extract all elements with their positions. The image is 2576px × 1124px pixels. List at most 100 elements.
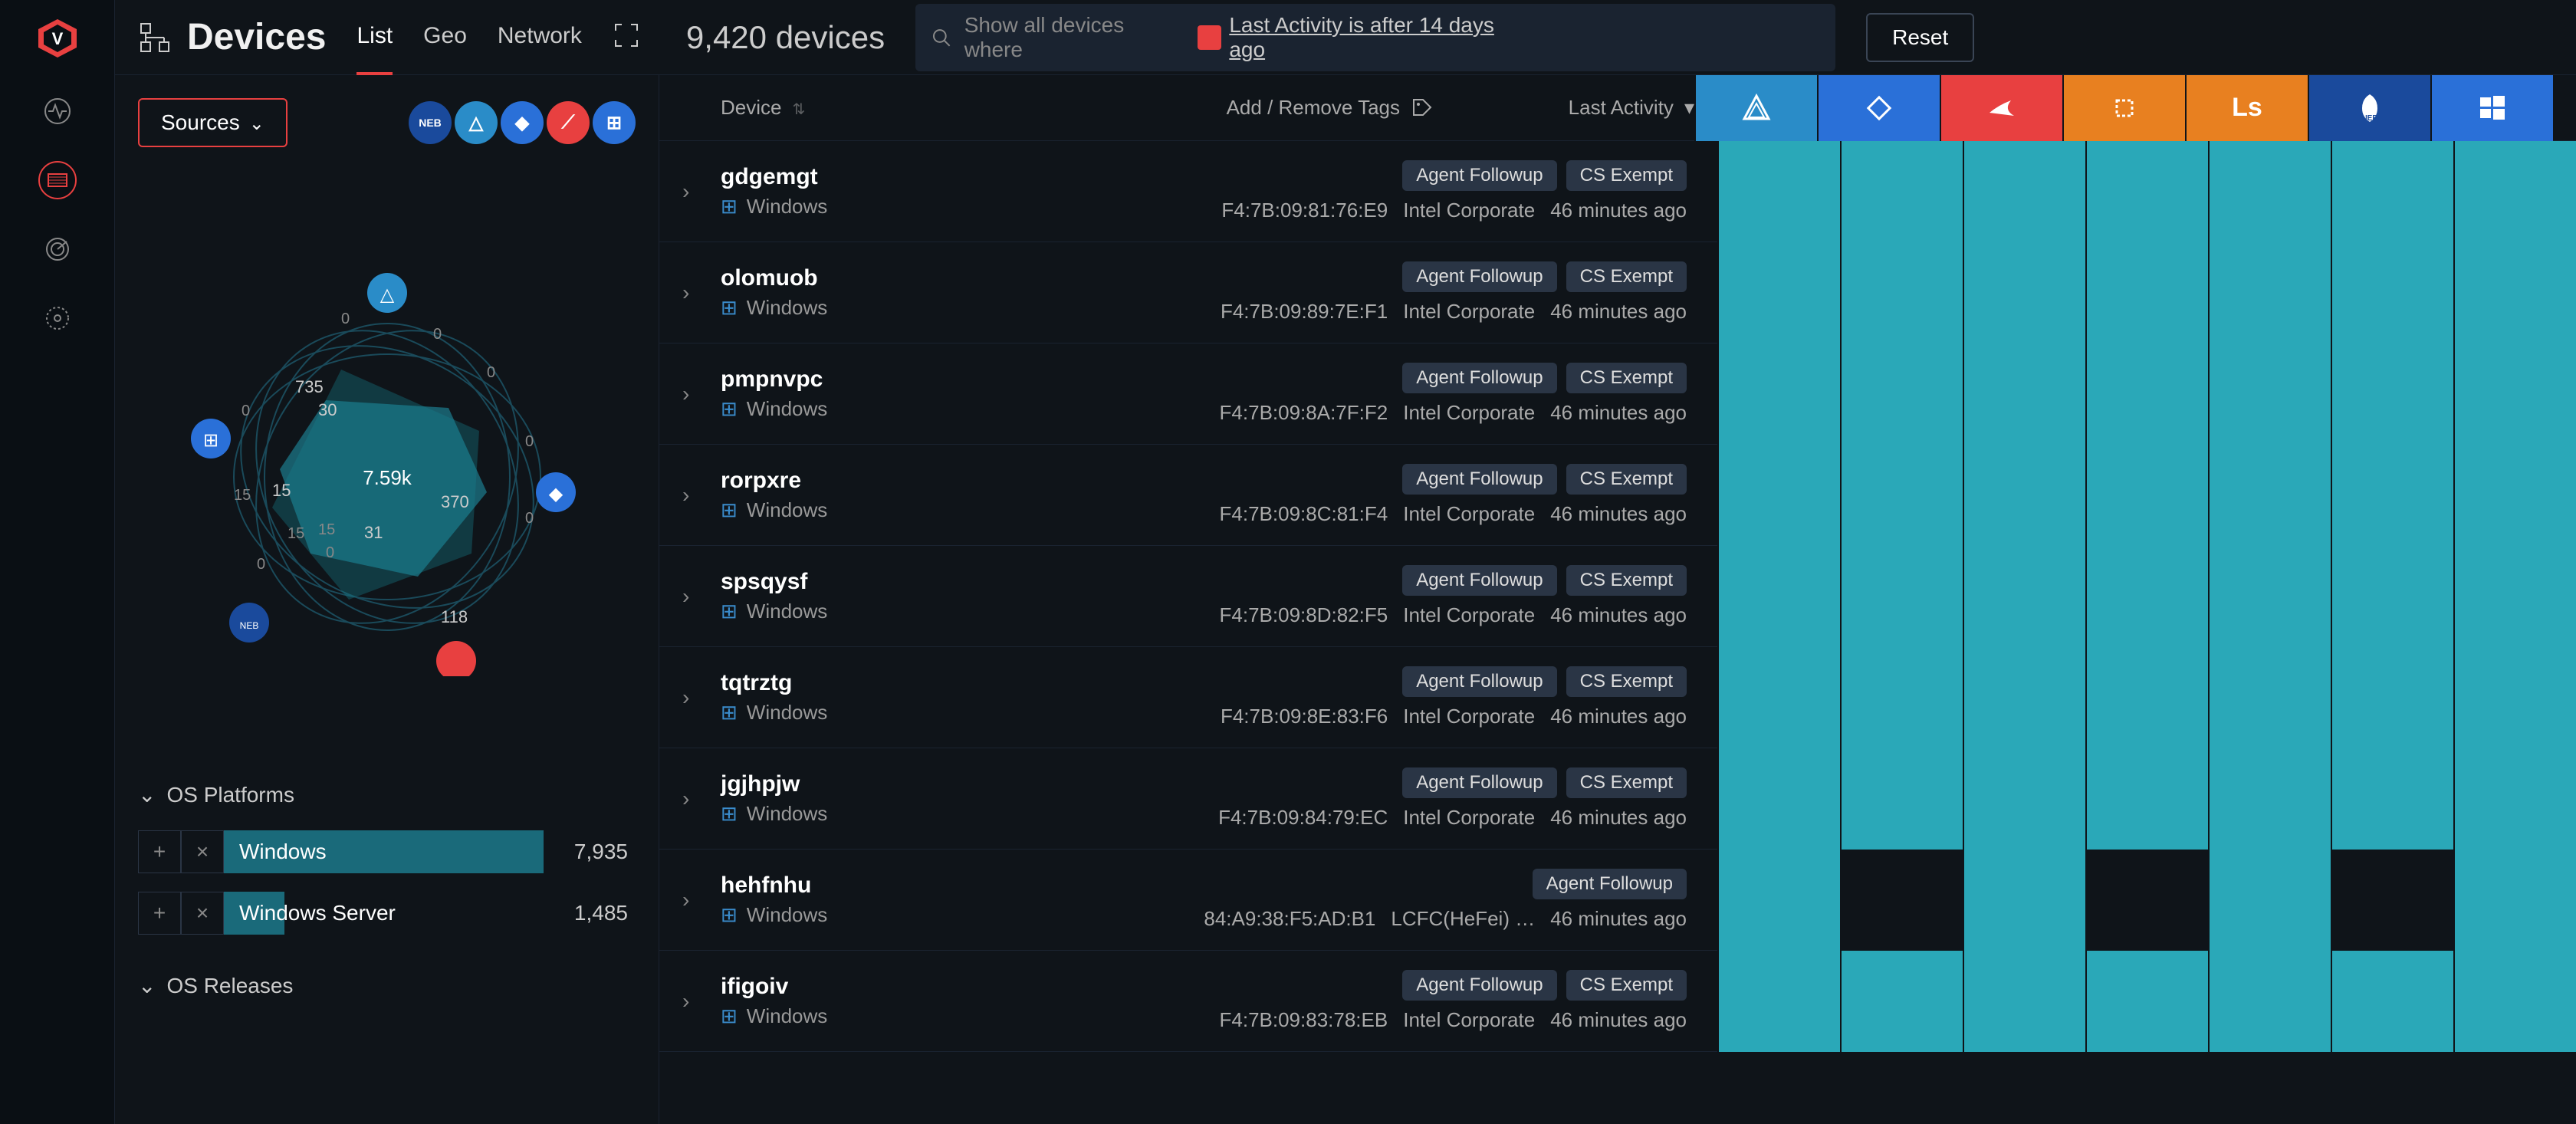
row-expand-icon[interactable]: ›: [682, 888, 721, 912]
facet-header-os-platforms[interactable]: ⌄ OS Platforms: [138, 768, 636, 821]
tag-badge[interactable]: Agent Followup: [1533, 869, 1687, 899]
svg-text:0: 0: [242, 403, 250, 419]
tag-badge[interactable]: CS Exempt: [1566, 565, 1687, 596]
source-diamond-icon[interactable]: ◆: [501, 101, 544, 144]
row-expand-icon[interactable]: ›: [682, 989, 721, 1014]
nav-devices-icon[interactable]: [38, 161, 77, 199]
row-expand-icon[interactable]: ›: [682, 483, 721, 508]
facet-label[interactable]: Windows: [224, 830, 544, 873]
nav-radar-icon[interactable]: [38, 230, 77, 268]
row-expand-icon[interactable]: ›: [682, 685, 721, 710]
table-row: › pmpnvpc ⊞Windows Agent Followup CS Exem…: [659, 343, 2576, 445]
row-expand-icon[interactable]: ›: [682, 179, 721, 204]
facet-remove-button[interactable]: ×: [181, 830, 224, 873]
facet-count: 7,935: [544, 840, 636, 864]
search-prefix: Show all devices where: [964, 13, 1185, 62]
device-mac: F4:7B:09:8E:83:F6: [1221, 705, 1388, 728]
row-expand-icon[interactable]: ›: [682, 787, 721, 811]
tag-badge[interactable]: CS Exempt: [1566, 970, 1687, 1001]
device-info[interactable]: jgjhpjw ⊞Windows: [721, 771, 1012, 826]
column-header-activity[interactable]: Last Activity ▾: [1480, 96, 1694, 120]
svg-text:15: 15: [318, 521, 335, 538]
device-info[interactable]: hehfnhu ⊞Windows: [721, 873, 1012, 927]
source-triangle-icon[interactable]: △: [455, 101, 498, 144]
source-cell: [1840, 546, 1963, 647]
sources-dropdown[interactable]: Sources: [138, 98, 288, 147]
source-cell: [2331, 242, 2453, 343]
tab-network[interactable]: Network: [498, 0, 582, 75]
row-expand-icon[interactable]: ›: [682, 382, 721, 406]
device-info[interactable]: spsqysf ⊞Windows: [721, 569, 1012, 623]
source-col-windows-icon[interactable]: [2430, 75, 2553, 141]
source-col-expand-icon[interactable]: [2062, 75, 2185, 141]
device-os: Windows: [747, 1004, 827, 1028]
facet-row: + × Windows 7,935: [138, 821, 636, 882]
device-table: Device Add / Remove Tags Last Activity ▾: [659, 75, 2576, 1124]
row-meta: Agent Followup CS Exempt F4:7B:09:8E:83:F…: [1012, 666, 1717, 728]
tag-badge[interactable]: CS Exempt: [1566, 464, 1687, 495]
device-activity-inline: 46 minutes ago: [1550, 199, 1687, 222]
device-name: rorpxre: [721, 468, 1012, 494]
svg-text:0: 0: [341, 311, 350, 327]
filter-chip-last-activity[interactable]: Last Activity is after 14 days ago: [1198, 13, 1531, 62]
tab-list[interactable]: List: [356, 0, 393, 75]
tag-badge[interactable]: Agent Followup: [1402, 970, 1556, 1001]
tag-badge[interactable]: Agent Followup: [1402, 464, 1556, 495]
svg-text:370: 370: [441, 492, 469, 511]
nav-activity-icon[interactable]: [38, 92, 77, 130]
device-info[interactable]: gdgemgt ⊞Windows: [721, 164, 1012, 219]
facet-label[interactable]: Windows Server: [224, 892, 544, 935]
row-expand-icon[interactable]: ›: [682, 584, 721, 609]
row-expand-icon[interactable]: ›: [682, 281, 721, 305]
source-cell: [1963, 951, 2085, 1052]
tag-badge[interactable]: CS Exempt: [1566, 666, 1687, 697]
tag-badge[interactable]: CS Exempt: [1566, 363, 1687, 393]
facet-header-os-releases[interactable]: ⌄ OS Releases: [138, 959, 636, 1012]
source-cell: [1840, 242, 1963, 343]
source-cell: [2085, 951, 2208, 1052]
tab-geo[interactable]: Geo: [423, 0, 467, 75]
device-mac: F4:7B:09:84:79:EC: [1218, 806, 1388, 830]
source-crowdstrike-icon[interactable]: ⟋: [547, 101, 590, 144]
search-bar[interactable]: Show all devices where Last Activity is …: [915, 4, 1835, 71]
column-header-tags[interactable]: Add / Remove Tags: [1012, 96, 1480, 120]
fullscreen-icon[interactable]: [613, 21, 640, 53]
column-header-device[interactable]: Device: [721, 96, 1012, 120]
svg-text:15: 15: [288, 525, 304, 542]
source-windows-icon[interactable]: ⊞: [593, 101, 636, 144]
source-cell: [1963, 445, 2085, 546]
tag-badge[interactable]: Agent Followup: [1402, 160, 1556, 191]
device-info[interactable]: olomuob ⊞Windows: [721, 265, 1012, 320]
source-col-triangle-icon[interactable]: [1694, 75, 1817, 141]
source-col-crowdstrike-icon[interactable]: [1940, 75, 2062, 141]
device-info[interactable]: ifigoiv ⊞Windows: [721, 974, 1012, 1028]
tag-badge[interactable]: CS Exempt: [1566, 767, 1687, 798]
facet-add-button[interactable]: +: [138, 830, 181, 873]
device-info[interactable]: pmpnvpc ⊞Windows: [721, 366, 1012, 421]
tag-badge[interactable]: Agent Followup: [1402, 261, 1556, 292]
chevron-down-icon: ▾: [1684, 96, 1694, 120]
tag-badge[interactable]: Agent Followup: [1402, 363, 1556, 393]
source-col-neb-icon[interactable]: NEB: [2308, 75, 2430, 141]
windows-icon: ⊞: [721, 600, 738, 623]
tag-badge[interactable]: Agent Followup: [1402, 666, 1556, 697]
tag-badge[interactable]: CS Exempt: [1566, 261, 1687, 292]
source-neb-icon[interactable]: NEB: [409, 101, 452, 144]
table-row: › tqtrztg ⊞Windows Agent Followup CS Exem…: [659, 647, 2576, 748]
tag-badge[interactable]: CS Exempt: [1566, 160, 1687, 191]
source-cell: [1717, 445, 1840, 546]
source-col-ls-icon[interactable]: Ls: [2185, 75, 2308, 141]
device-info[interactable]: rorpxre ⊞Windows: [721, 468, 1012, 522]
device-info[interactable]: tqtrztg ⊞Windows: [721, 670, 1012, 725]
source-cell: [2453, 951, 2576, 1052]
reset-button[interactable]: Reset: [1866, 13, 1974, 62]
search-input[interactable]: [1543, 25, 1820, 50]
windows-icon: ⊞: [721, 1004, 738, 1028]
facet-remove-button[interactable]: ×: [181, 892, 224, 935]
tag-badge[interactable]: Agent Followup: [1402, 767, 1556, 798]
nav-settings-icon[interactable]: [38, 299, 77, 337]
tag-badge[interactable]: Agent Followup: [1402, 565, 1556, 596]
source-cell: [2085, 343, 2208, 445]
source-col-diamond-icon[interactable]: [1817, 75, 1940, 141]
facet-add-button[interactable]: +: [138, 892, 181, 935]
